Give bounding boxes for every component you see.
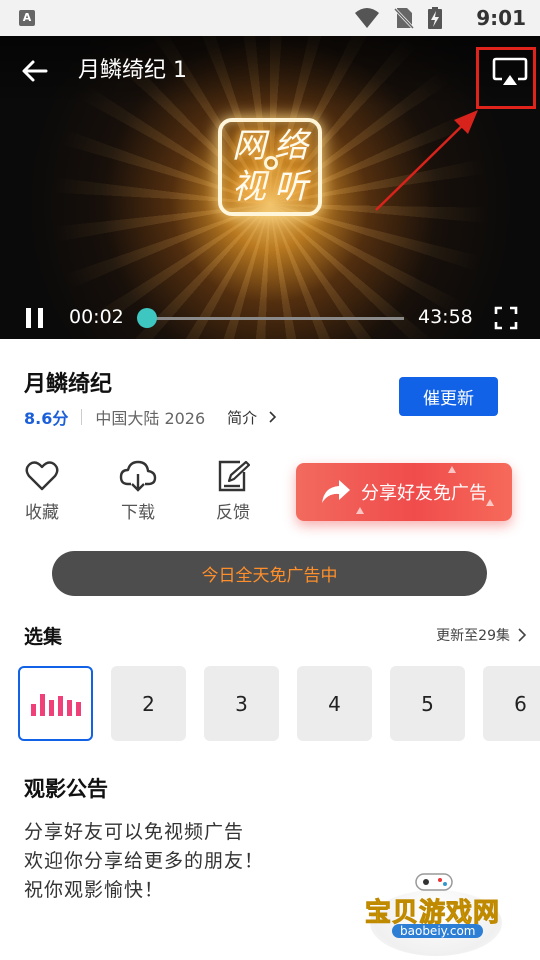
episode-list: 2 3 4 5 6: [0, 665, 540, 741]
episode-item[interactable]: 3: [204, 666, 279, 741]
episode-item[interactable]: 2: [111, 666, 186, 741]
favorite-button[interactable]: 收藏: [14, 460, 70, 523]
logo-char: 听: [274, 167, 308, 207]
download-button[interactable]: 下载: [110, 460, 166, 523]
notice-body: 分享好友可以免视频广告 欢迎你分享给更多的朋友！ 祝你观影愉快！: [24, 818, 264, 905]
ad-free-status-bar: 今日全天免广告中: [52, 551, 487, 596]
episode-1-playing[interactable]: [18, 666, 93, 741]
total-time: 43:58: [418, 306, 473, 328]
share-ad-free-button[interactable]: 分享好友免广告: [296, 463, 512, 521]
notice-title: 观影公告: [24, 777, 108, 801]
gamepad-icon: [415, 873, 453, 891]
player-controls: 00:02 43:58: [0, 298, 540, 339]
show-score: 8.6分: [24, 409, 69, 428]
feedback-label: 反馈: [216, 503, 250, 523]
chevron-right-icon: [518, 628, 527, 642]
fullscreen-icon: [494, 306, 518, 330]
episode-item[interactable]: 4: [297, 666, 372, 741]
highlight-box: [476, 47, 536, 109]
notice-line: 祝你观影愉快！: [24, 879, 165, 901]
wifi-icon: [355, 8, 379, 28]
video-player[interactable]: 网 络 视 听 月鳞绮纪 1 00:02 43:58: [0, 36, 540, 339]
status-bar: A 9:01: [0, 0, 540, 36]
watermark-url: baobeiy.com: [392, 924, 484, 938]
battery-charging-icon: [428, 7, 442, 29]
download-label: 下载: [121, 503, 155, 523]
episodes-header: 选集: [24, 626, 63, 648]
status-time: 9:01: [476, 6, 526, 30]
heart-icon: [25, 461, 59, 491]
edit-note-icon: [218, 460, 250, 492]
intro-link[interactable]: 简介: [227, 407, 278, 428]
share-arrow-icon: [322, 480, 350, 503]
feedback-button[interactable]: 反馈: [205, 460, 261, 523]
app-notification-icon: A: [19, 10, 35, 26]
episodes-update-text: 更新至29集: [436, 628, 510, 644]
show-region-year: 中国大陆 2026: [95, 409, 206, 428]
fullscreen-button[interactable]: [494, 306, 518, 330]
notice-line: 欢迎你分享给更多的朋友！: [24, 850, 265, 872]
notice-line: 分享好友可以免视频广告: [24, 821, 245, 843]
logo-dot: [264, 156, 278, 170]
video-title: 月鳞绮纪 1: [78, 58, 187, 83]
no-sim-icon: [394, 7, 414, 29]
urge-update-button[interactable]: 催更新: [399, 377, 498, 416]
chevron-right-icon: [269, 410, 277, 423]
logo-char: 视: [232, 167, 266, 207]
episode-item[interactable]: 6: [483, 666, 540, 741]
intro-label: 简介: [227, 408, 258, 427]
seek-bar[interactable]: [146, 317, 404, 320]
share-label: 分享好友免广告: [361, 483, 487, 504]
annotation-arrow: [375, 110, 478, 211]
pause-icon: [26, 308, 43, 328]
show-meta: 8.6分 中国大陆 2026 简介: [24, 405, 278, 429]
site-watermark: 宝贝游戏网 baobeiy.com: [360, 870, 512, 956]
pause-button[interactable]: [24, 306, 46, 330]
back-button[interactable]: [18, 54, 52, 88]
show-title: 月鳞绮纪: [24, 372, 113, 397]
favorite-label: 收藏: [25, 503, 59, 523]
current-time: 00:02: [69, 306, 124, 328]
episode-item[interactable]: 5: [390, 666, 465, 741]
arrow-left-icon: [22, 60, 48, 82]
episodes-update-link[interactable]: 更新至29集: [436, 625, 528, 645]
cloud-download-icon: [119, 460, 157, 492]
video-logo: 网 络 视 听: [218, 118, 322, 216]
seek-thumb[interactable]: [137, 308, 158, 328]
playing-bars-icon: [30, 693, 81, 716]
